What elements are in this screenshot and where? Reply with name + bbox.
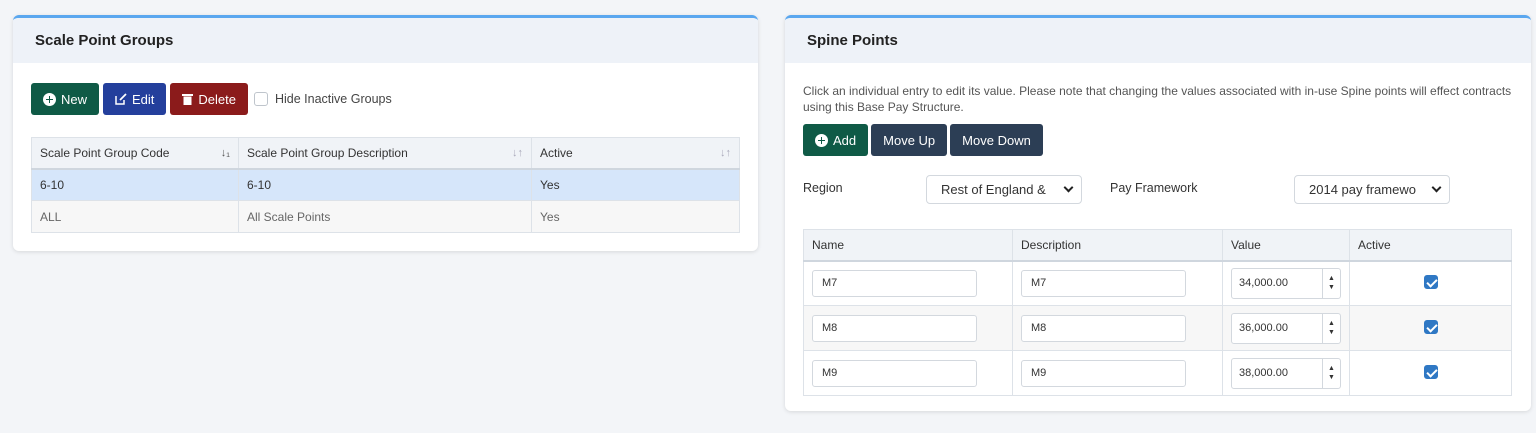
cell-active: Yes [531, 168, 740, 201]
region-select[interactable]: Rest of England & [926, 175, 1082, 204]
column-header-name: Name [803, 229, 1013, 262]
sort-icon: ↓↑ [512, 147, 523, 159]
cell-active: Yes [531, 200, 740, 233]
column-header-active[interactable]: Active ↓↑ [531, 137, 740, 170]
cell-description: All Scale Points [238, 200, 532, 233]
hide-inactive-toggle[interactable]: Hide Inactive Groups [254, 92, 392, 106]
chevron-down-icon [1431, 182, 1442, 193]
chevron-down-icon [1063, 182, 1074, 193]
active-checkbox[interactable] [1423, 364, 1438, 379]
name-field[interactable] [812, 269, 977, 297]
new-button[interactable]: New [31, 83, 100, 115]
delete-button[interactable]: Delete [170, 83, 248, 115]
column-header-value: Value [1222, 229, 1350, 262]
edit-icon [115, 93, 127, 105]
pay-framework-select[interactable]: 2014 pay framewo [1294, 175, 1450, 204]
name-field[interactable] [812, 314, 977, 342]
scale-point-groups-panel: Scale Point Groups New Edit Delete Hide … [13, 15, 758, 251]
description-field[interactable] [1021, 314, 1186, 342]
value-stepper[interactable]: 38,000.00 ▲ ▼ [1231, 357, 1341, 389]
cell-description: 6-10 [238, 168, 532, 201]
active-checkbox[interactable] [1423, 319, 1438, 334]
panel-title: Spine Points [785, 18, 1531, 63]
cell-code: ALL [31, 200, 239, 233]
table-row[interactable]: 6-10 6-10 Yes [31, 168, 740, 201]
spine-points-table: Name Description Value Active 34,000.00 … [803, 229, 1512, 396]
add-button[interactable]: Add [803, 124, 869, 156]
table-row: 36,000.00 ▲▼ [803, 305, 1512, 351]
column-header-code[interactable]: Scale Point Group Code ↓₁ [31, 137, 239, 170]
panel-title: Scale Point Groups [13, 18, 758, 63]
table-row: 38,000.00 ▲▼ [803, 350, 1512, 396]
description-field[interactable] [1021, 359, 1186, 387]
sort-icon: ↓↑ [720, 147, 731, 159]
table-row: 34,000.00 ▲▼ [803, 260, 1512, 306]
active-checkbox[interactable] [1423, 274, 1438, 289]
column-header-description: Description [1012, 229, 1223, 262]
stepper-arrows-icon[interactable]: ▲ ▼ [1322, 358, 1340, 388]
stepper-arrows-icon[interactable]: ▲ ▼ [1322, 313, 1340, 343]
plus-circle-icon [43, 92, 56, 106]
hide-inactive-checkbox[interactable] [254, 92, 268, 106]
value-stepper[interactable]: 34,000.00 ▲ ▼ [1231, 267, 1341, 299]
value-stepper[interactable]: 36,000.00 ▲ ▼ [1231, 312, 1341, 344]
table-row[interactable]: ALL All Scale Points Yes [31, 200, 740, 233]
move-down-button[interactable]: Move Down [950, 124, 1043, 156]
region-label: Region [803, 181, 843, 195]
sort-ascending-icon: ↓₁ [220, 147, 230, 159]
column-header-description[interactable]: Scale Point Group Description ↓↑ [238, 137, 532, 170]
edit-button[interactable]: Edit [103, 83, 167, 115]
scale-point-groups-table: Scale Point Group Code ↓₁ Scale Point Gr… [31, 137, 740, 233]
name-field[interactable] [812, 359, 977, 387]
plus-circle-icon [815, 133, 828, 147]
stepper-arrows-icon[interactable]: ▲ ▼ [1322, 268, 1340, 298]
spine-points-panel: Spine Points Click an individual entry t… [785, 15, 1531, 411]
help-note: Click an individual entry to edit its va… [803, 84, 1512, 114]
pay-framework-label: Pay Framework [1110, 181, 1198, 195]
move-up-button[interactable]: Move Up [871, 124, 948, 156]
trash-icon [182, 94, 194, 105]
cell-code: 6-10 [31, 168, 239, 201]
description-field[interactable] [1021, 269, 1186, 297]
column-header-active: Active [1349, 229, 1512, 262]
